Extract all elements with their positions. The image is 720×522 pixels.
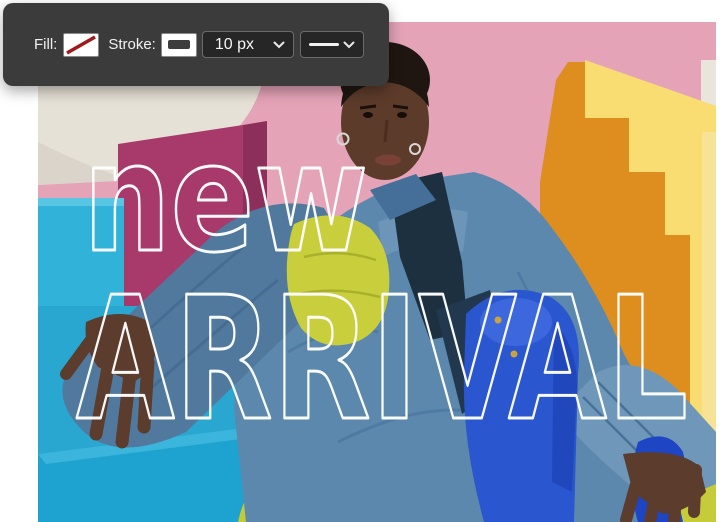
stroke-style-dropdown[interactable] — [299, 31, 364, 58]
solid-line-icon — [308, 43, 339, 46]
stroke-label: Stroke: — [108, 36, 156, 53]
fill-color-swatch[interactable] — [63, 32, 100, 57]
stroke-width-value: 10 px — [214, 35, 254, 53]
design-editor-screen: new ARRIVAL Fill: Stroke: 10 px — [0, 0, 720, 522]
overlay-text-new[interactable]: new — [82, 111, 370, 288]
chevron-down-icon — [343, 41, 355, 48]
stroke-color-swatch[interactable] — [160, 32, 197, 57]
stroke-width-dropdown[interactable]: 10 px — [201, 31, 294, 58]
chevron-down-icon — [273, 41, 285, 48]
canvas-image[interactable]: new ARRIVAL — [38, 22, 716, 522]
photo-illustration: new ARRIVAL — [38, 22, 716, 522]
stroke-color-preview — [167, 40, 190, 49]
properties-toolbar: Fill: Stroke: 10 px — [3, 3, 389, 86]
overlay-text-arrival[interactable]: ARRIVAL — [75, 260, 690, 461]
fill-label: Fill: — [34, 36, 58, 53]
no-fill-icon — [64, 34, 98, 56]
